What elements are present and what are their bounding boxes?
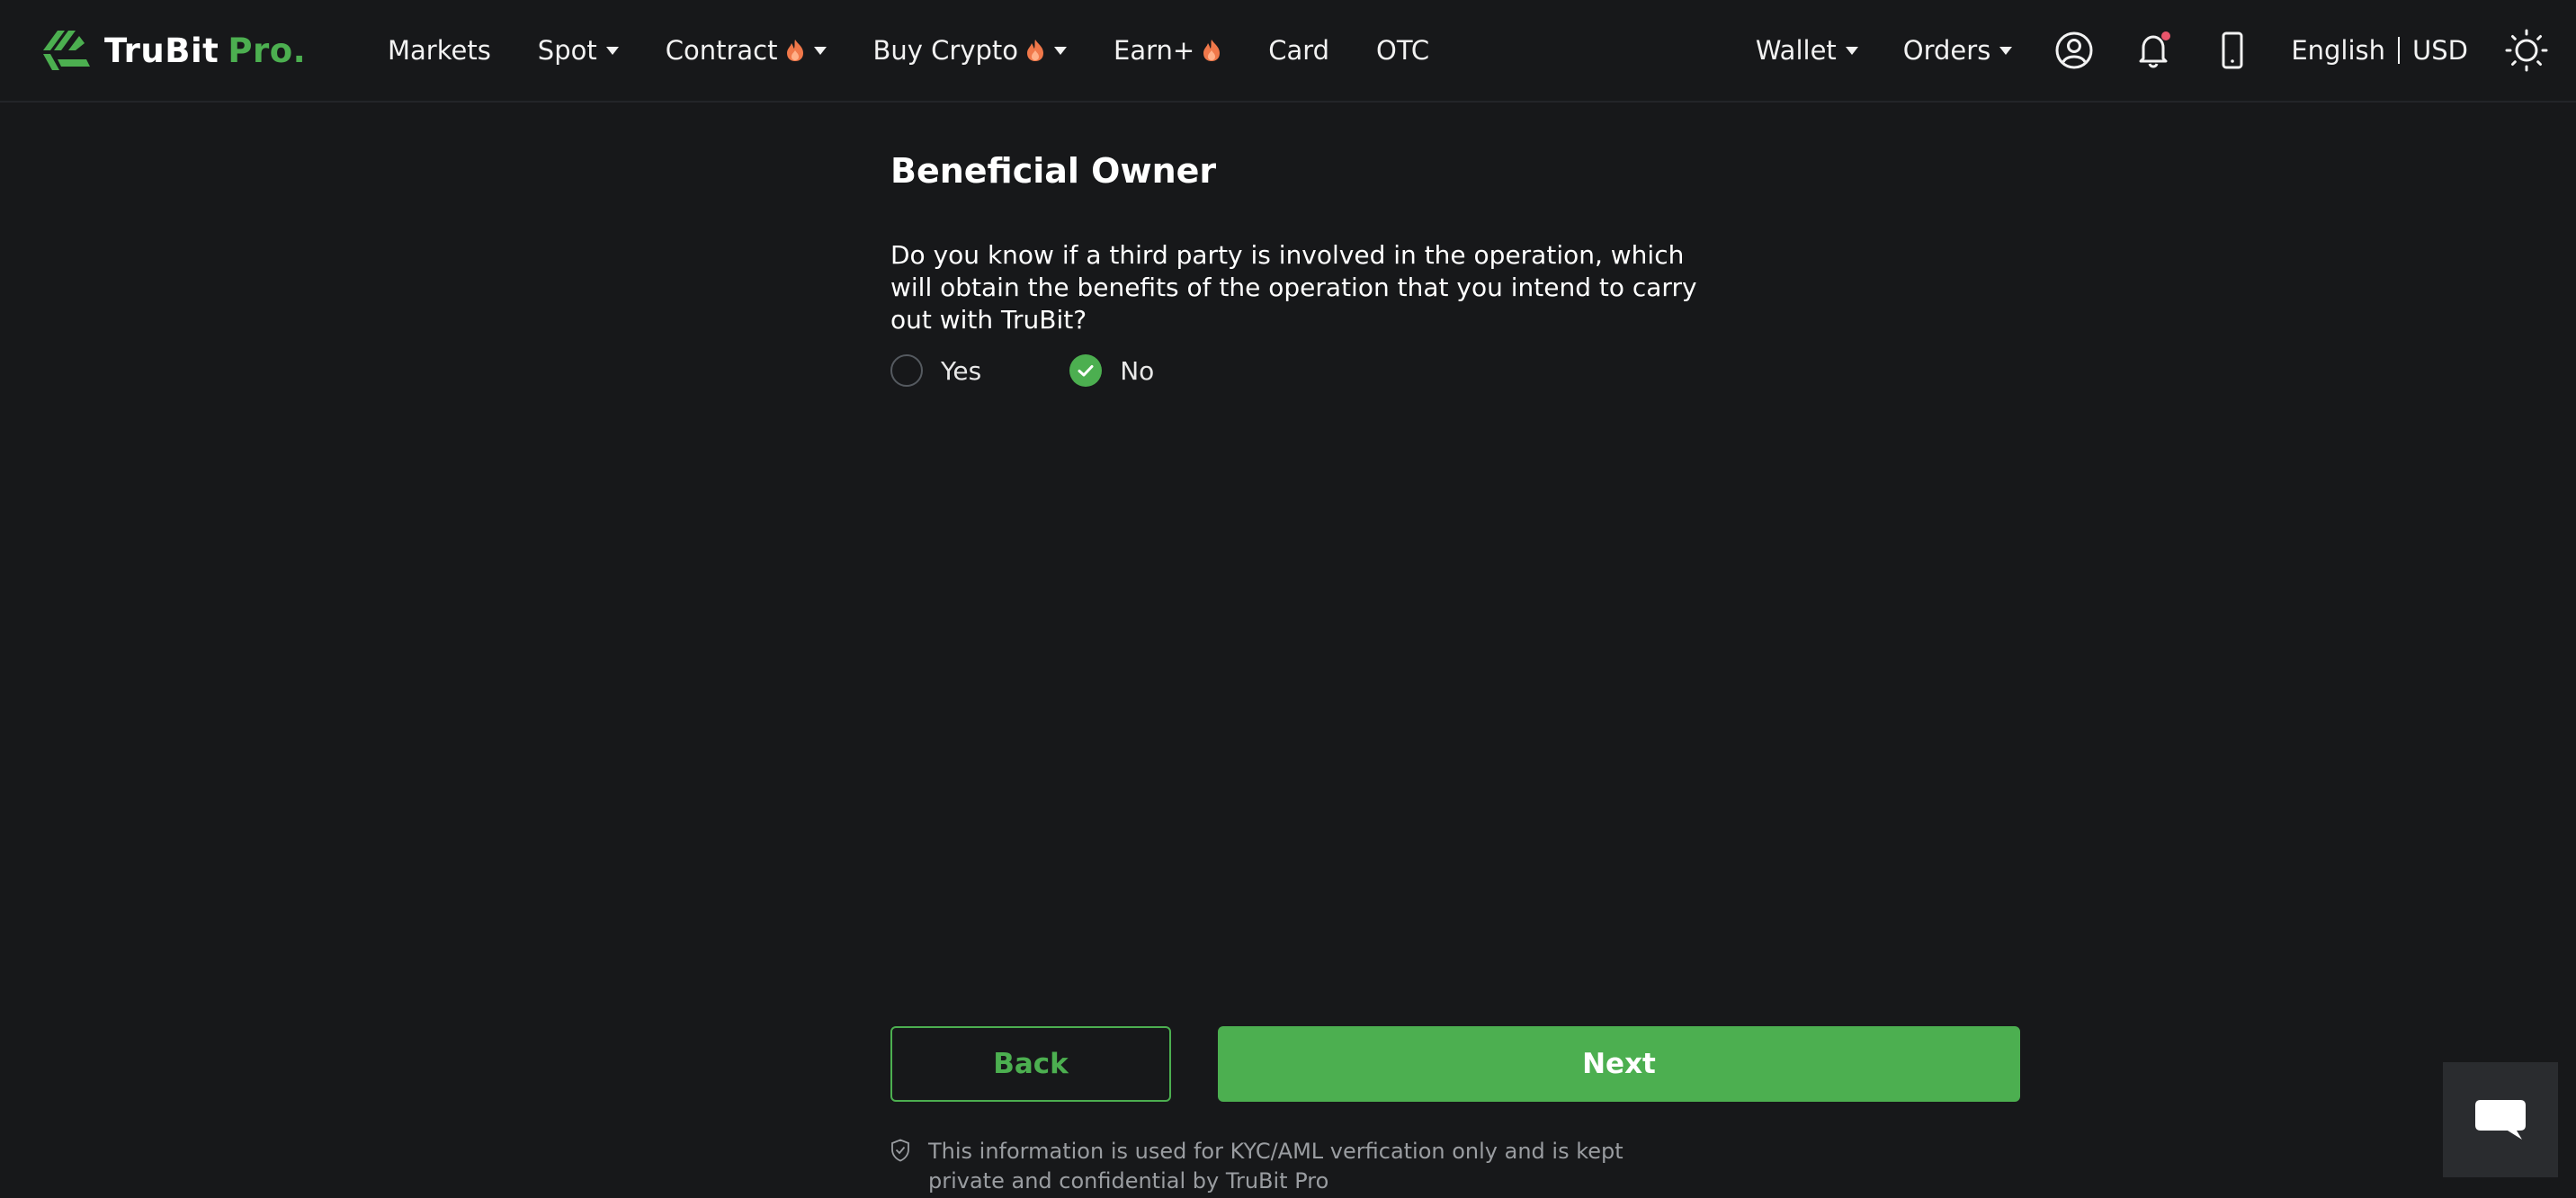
question-text: Do you know if a third party is involved… bbox=[890, 240, 1697, 335]
radio-checked-icon bbox=[1069, 354, 1103, 387]
radio-label: Yes bbox=[941, 355, 982, 386]
chevron-down-icon bbox=[813, 46, 827, 55]
chevron-down-icon bbox=[1845, 46, 1858, 55]
form-actions: Back Next bbox=[890, 1026, 2020, 1102]
fire-icon bbox=[1203, 40, 1221, 61]
top-header: TruBit Pro. Markets Spot Contract Buy Crypto… bbox=[0, 0, 2576, 103]
trubit-logo-icon bbox=[43, 31, 90, 70]
currency-label: USD bbox=[2412, 35, 2468, 66]
nav-item-label: Earn+ bbox=[1114, 35, 1195, 66]
nav-item-spot[interactable]: Spot bbox=[538, 35, 619, 66]
chat-bubble-icon bbox=[2475, 1100, 2526, 1140]
radio-group: Yes No bbox=[890, 353, 1700, 389]
nav-item-contract[interactable]: Contract bbox=[666, 35, 827, 66]
mobile-app-button[interactable] bbox=[2212, 30, 2253, 71]
nav-item-earn[interactable]: Earn+ bbox=[1114, 35, 1221, 66]
nav-item-label: Markets bbox=[388, 35, 491, 66]
fire-icon bbox=[1027, 40, 1044, 61]
radio-option-no[interactable]: No bbox=[1069, 354, 1154, 387]
fire-icon bbox=[786, 40, 803, 61]
notice-text: This information is used for KYC/AML ver… bbox=[928, 1139, 1623, 1194]
divider bbox=[2398, 37, 2401, 64]
user-circle-icon bbox=[2055, 31, 2093, 69]
nav-item-label: Spot bbox=[537, 35, 597, 66]
logo-brand: TruBit bbox=[104, 31, 219, 70]
radio-label: No bbox=[1120, 355, 1155, 386]
logo[interactable]: TruBit Pro. bbox=[38, 23, 306, 77]
logo-suffix: Pro. bbox=[228, 31, 307, 70]
page-title: Beneficial Owner bbox=[890, 151, 1217, 191]
check-icon bbox=[1078, 365, 1094, 377]
shield-check-icon bbox=[891, 1139, 909, 1162]
main-nav: Markets Spot Contract Buy Crypto Earn+ Card OT… bbox=[388, 0, 1476, 101]
nav-item-label: Card bbox=[1268, 35, 1330, 66]
nav-item-label: Contract bbox=[665, 35, 778, 66]
language-currency-selector[interactable]: English USD bbox=[2291, 35, 2468, 66]
next-button[interactable]: Next bbox=[1218, 1026, 2020, 1102]
nav-item-label: OTC bbox=[1376, 35, 1430, 66]
profile-button[interactable] bbox=[2053, 30, 2095, 71]
wallet-label: Wallet bbox=[1755, 35, 1837, 66]
notification-dot bbox=[2161, 31, 2171, 40]
language-label: English bbox=[2291, 35, 2386, 66]
radio-option-yes[interactable]: Yes bbox=[890, 354, 981, 387]
nav-item-markets[interactable]: Markets bbox=[388, 35, 491, 66]
nav-item-otc[interactable]: OTC bbox=[1376, 35, 1429, 66]
back-button[interactable]: Back bbox=[890, 1026, 1171, 1102]
chevron-down-icon bbox=[1999, 46, 2013, 55]
logo-text: TruBit Pro. bbox=[104, 31, 306, 70]
orders-menu[interactable]: Orders bbox=[1903, 35, 2013, 66]
notifications-button[interactable] bbox=[2133, 30, 2174, 71]
wallet-menu[interactable]: Wallet bbox=[1756, 35, 1858, 66]
nav-item-label: Buy Crypto bbox=[872, 35, 1019, 66]
privacy-notice: This information is used for KYC/AML ver… bbox=[890, 1137, 1700, 1196]
nav-item-card[interactable]: Card bbox=[1268, 35, 1329, 66]
orders-label: Orders bbox=[1902, 35, 1991, 66]
chat-button[interactable] bbox=[2443, 1062, 2558, 1177]
chevron-down-icon bbox=[1054, 46, 1068, 55]
chevron-down-icon bbox=[605, 46, 619, 55]
sun-icon[interactable] bbox=[2504, 28, 2549, 73]
kyc-form: Beneficial Owner Do you know if a third … bbox=[890, 144, 1700, 389]
header-right: Wallet Orders English USD bbox=[1756, 0, 2549, 101]
nav-item-buy-crypto[interactable]: Buy Crypto bbox=[873, 35, 1068, 66]
radio-unchecked-icon bbox=[890, 354, 923, 387]
bell-icon bbox=[2139, 31, 2171, 68]
mobile-phone-icon bbox=[2222, 31, 2243, 69]
